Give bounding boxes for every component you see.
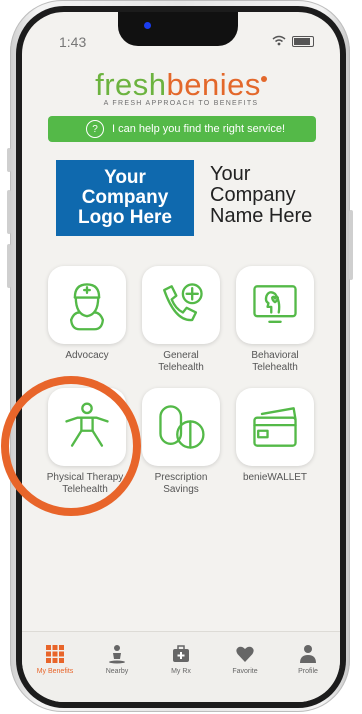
tab-favorite[interactable]: Favorite [217, 644, 273, 675]
volume-down-button [7, 244, 11, 288]
help-banner[interactable]: ? I can help you find the right service! [48, 116, 316, 142]
tab-my-rx[interactable]: My Rx [153, 644, 209, 675]
brand-fresh: fresh [95, 67, 167, 102]
tab-nearby[interactable]: Nearby [89, 644, 145, 675]
name-line-3: Name Here [210, 205, 313, 227]
name-line-1: Your [210, 163, 251, 185]
wallet-card-icon [253, 407, 297, 447]
behavioral-head-icon [253, 285, 297, 323]
battery-icon [292, 36, 314, 47]
tab-label: Favorite [232, 668, 258, 675]
mute-switch [7, 148, 11, 172]
tab-label: My Rx [171, 668, 191, 675]
brand-tagline: A FRESH APPROACH TO BENEFITS [103, 100, 259, 107]
beniewallet-tile[interactable] [236, 388, 314, 466]
pill-icon [159, 405, 205, 449]
tab-bar: My Benefits Nearby My Rx Favorite Profil… [22, 631, 340, 702]
app-screen: 1:43 freshbenies A FRESH APPROACH TO BEN… [22, 12, 340, 702]
phone-plus-icon [163, 283, 203, 322]
medkit-icon [173, 645, 189, 662]
tab-my-benefits[interactable]: My Benefits [27, 644, 83, 675]
general-telehealth-label: General Telehealth [158, 350, 204, 373]
help-banner-text: I can help you find the right service! [112, 123, 286, 135]
brand-logo: freshbenies A FRESH APPROACH TO BENEFITS [22, 68, 340, 107]
general-telehealth-tile[interactable] [142, 266, 220, 344]
status-time: 1:43 [59, 34, 87, 50]
tab-profile[interactable]: Profile [280, 644, 336, 675]
advocacy-label: Advocacy [65, 350, 109, 361]
prescription-savings-label: Prescription Savings [154, 472, 208, 495]
notch [118, 12, 238, 46]
person-pin-icon [109, 645, 125, 664]
logo-line-2: Company [81, 187, 169, 208]
tab-label: Profile [298, 668, 318, 675]
behavioral-telehealth-tile[interactable] [236, 266, 314, 344]
question-icon: ? [86, 120, 104, 138]
name-line-2: Company [210, 184, 296, 206]
advocacy-tile[interactable] [48, 266, 126, 344]
tab-label: Nearby [105, 668, 129, 675]
prescription-savings-tile[interactable] [142, 388, 220, 466]
status-icons [272, 34, 314, 49]
behavioral-telehealth-label: Behavioral Telehealth [251, 350, 299, 373]
brand-benies: benies [166, 67, 261, 102]
company-logo: Your Company Logo Here [56, 160, 194, 236]
beniewallet-label: benieWALLET [242, 472, 308, 483]
volume-up-button [7, 190, 11, 234]
highlight-circle [1, 376, 141, 516]
logo-line-1: Your [104, 167, 146, 188]
profile-icon [300, 645, 316, 663]
advocate-nurse-icon [69, 283, 105, 331]
camera-icon [144, 22, 151, 29]
tab-label: My Benefits [36, 668, 74, 675]
power-button [349, 210, 353, 280]
grid-icon [46, 645, 64, 663]
wifi-icon [272, 34, 286, 49]
heart-icon [236, 646, 254, 662]
company-name: Your Company Name Here [210, 164, 312, 227]
logo-line-3: Logo Here [78, 207, 172, 228]
